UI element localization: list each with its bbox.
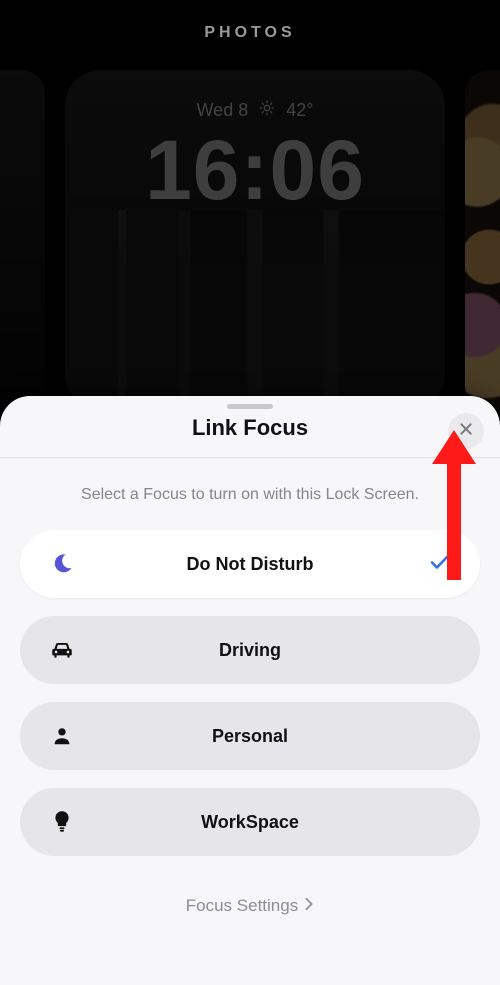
close-button[interactable] [448,413,484,449]
sheet-grabber[interactable] [227,404,273,409]
wallpaper-editor-background: PHOTOS Wed 8 42° 16:06 40% [0,0,500,440]
sheet-subtitle: Select a Focus to turn on with this Lock… [0,458,500,530]
focus-label: Personal [20,726,480,747]
focus-settings-label: Focus Settings [186,896,298,916]
sheet-title: Link Focus [20,415,480,441]
close-icon [458,421,474,442]
focus-item-personal[interactable]: Personal [20,702,480,770]
focus-label: WorkSpace [20,812,480,833]
focus-label: Driving [20,640,480,661]
focus-label: Do Not Disturb [20,554,480,575]
focus-list: Do Not Disturb Driving Personal WorkSpac… [0,530,500,856]
chevron-right-icon [304,896,314,916]
focus-item-dnd[interactable]: Do Not Disturb [20,530,480,598]
sheet-header: Link Focus [0,415,500,458]
focus-settings-link[interactable]: Focus Settings [0,896,500,916]
link-focus-sheet: Link Focus Select a Focus to turn on wit… [0,396,500,985]
focus-item-driving[interactable]: Driving [20,616,480,684]
focus-item-workspace[interactable]: WorkSpace [20,788,480,856]
dim-overlay [0,0,500,440]
